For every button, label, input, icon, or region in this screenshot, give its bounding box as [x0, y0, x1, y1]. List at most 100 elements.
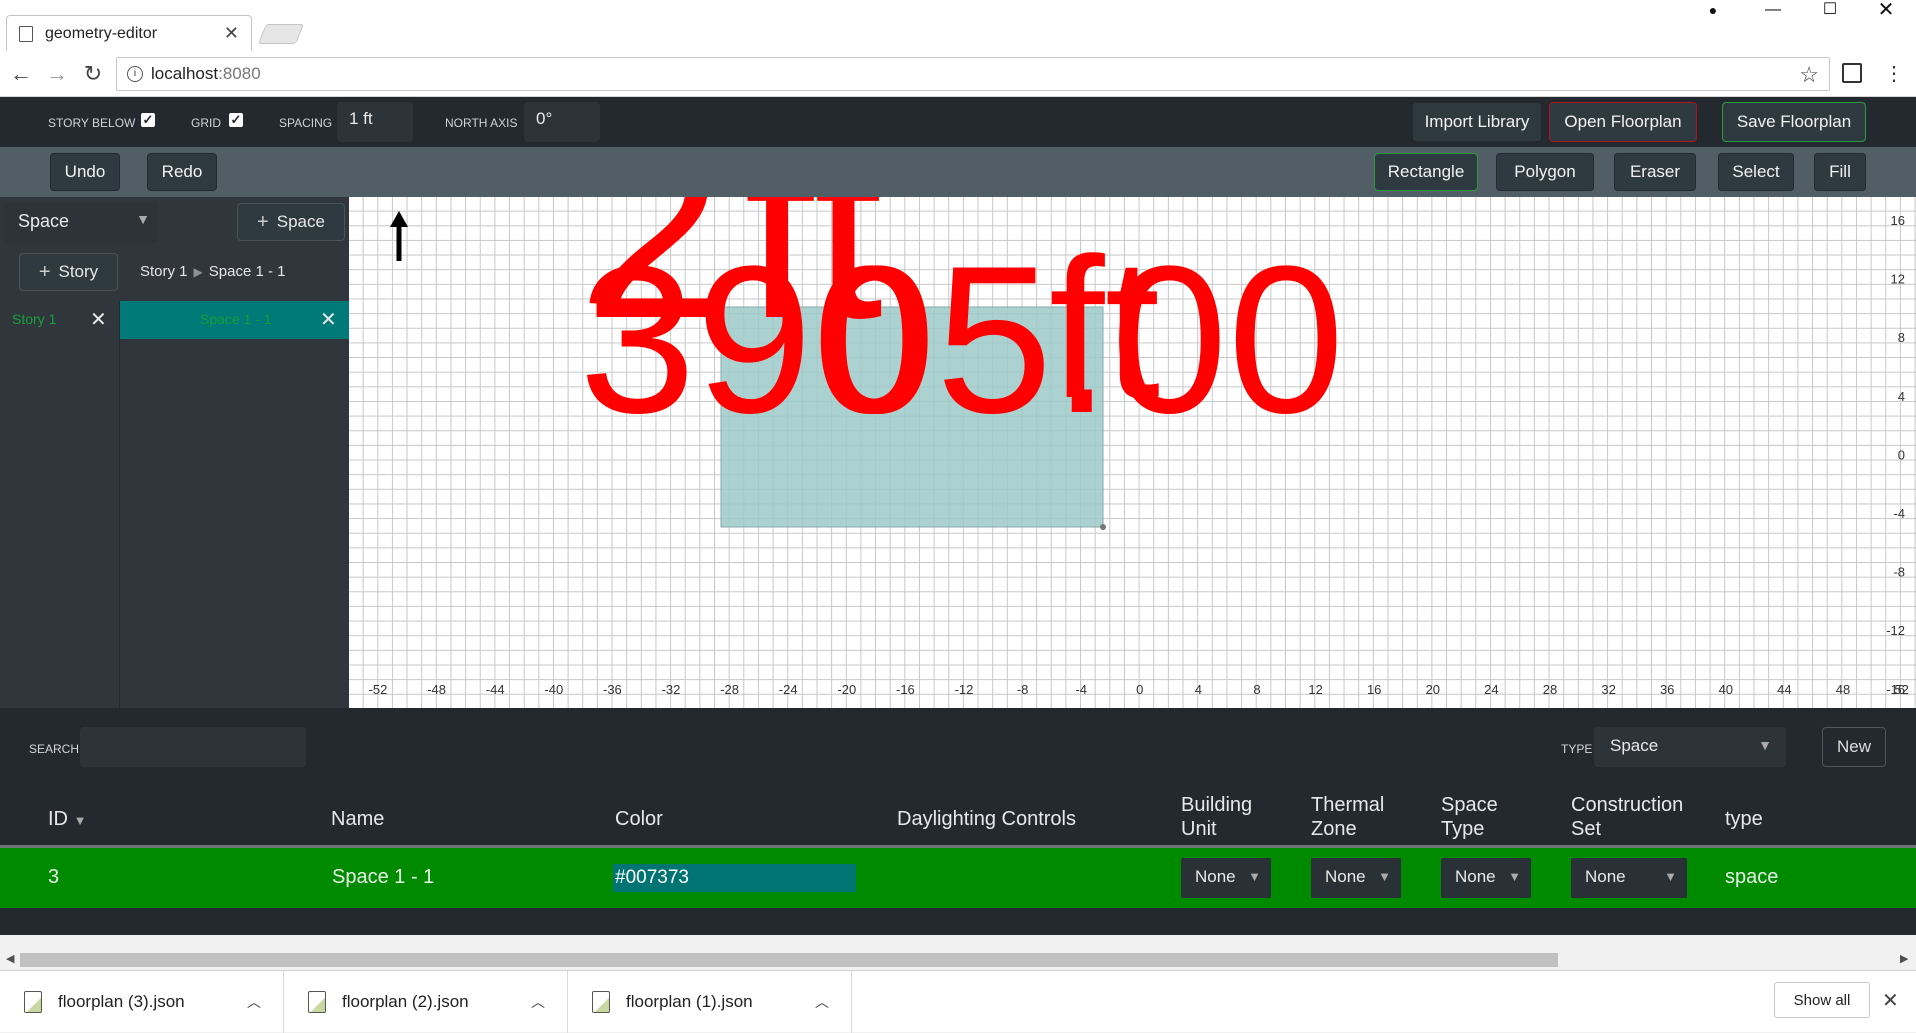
x-tick-label: 0 — [1136, 682, 1143, 697]
add-story-button[interactable]: + Story — [19, 253, 118, 291]
column-header-construction-set[interactable]: Construction Set — [1571, 793, 1683, 841]
browser-tab[interactable]: geometry-editor ✕ — [6, 15, 252, 51]
x-tick-label: 36 — [1660, 682, 1674, 697]
window-close-icon[interactable]: ✕ — [1863, 0, 1909, 20]
column-header-building-unit[interactable]: Building Unit — [1181, 793, 1252, 841]
spacing-label: SPACING — [279, 116, 333, 130]
row-name[interactable]: Space 1 - 1 — [332, 866, 434, 889]
drawing-canvas[interactable]: 2 ft 390 05.00 ft -52 -48 -44 -40 -36 -32 -28-… — [349, 197, 1916, 708]
type-label: TYPE — [1561, 742, 1593, 756]
column-header-color[interactable]: Color — [615, 807, 663, 831]
space-type-header-line2: Type — [1441, 818, 1485, 840]
row-color-input[interactable]: #007373 — [613, 864, 856, 892]
download-item[interactable]: floorplan (3).json ︿ — [0, 971, 284, 1033]
story-list-item[interactable]: Story 1 ✕ — [0, 301, 120, 339]
chevron-up-icon[interactable]: ︿ — [247, 992, 261, 1012]
address-bar: ← → ↻ i localhost:8080 ☆ ⋮ — [0, 51, 1916, 97]
delete-space-icon[interactable]: ✕ — [320, 307, 337, 332]
column-header-daylighting[interactable]: Daylighting Controls — [897, 807, 1076, 831]
thermal-zone-select[interactable]: None ▼ — [1311, 858, 1401, 898]
column-header-id[interactable]: ID ▼ — [48, 807, 86, 833]
y-tick-label: 16 — [1891, 213, 1905, 228]
new-button[interactable]: New — [1822, 727, 1886, 767]
horizontal-scrollbar[interactable]: ◀ ▶ — [0, 950, 1916, 970]
scroll-right-icon[interactable]: ▶ — [1900, 952, 1908, 965]
overlay-text-ft-2: ft — [1049, 217, 1160, 440]
scrollbar-thumb[interactable] — [20, 953, 1558, 967]
construction-set-header-line2: Set — [1571, 818, 1602, 840]
delete-story-icon[interactable]: ✕ — [90, 307, 107, 332]
column-header-type[interactable]: type — [1725, 807, 1763, 831]
bookmark-star-icon[interactable]: ☆ — [1799, 62, 1819, 88]
type-select-value: Space — [1610, 736, 1659, 755]
add-space-button[interactable]: + Space — [237, 203, 345, 241]
column-header-space-type[interactable]: Space Type — [1441, 793, 1498, 841]
y-tick-label: 12 — [1891, 272, 1905, 287]
x-tick-label: 8 — [1253, 682, 1260, 697]
canvas-svg: 2 ft 390 05.00 ft -52 -48 -44 -40 -36 -32 -28-… — [369, 197, 1909, 697]
north-axis-input[interactable]: 0° — [524, 102, 600, 142]
close-downloads-icon[interactable]: ✕ — [1882, 988, 1899, 1013]
extension-icon[interactable] — [1842, 63, 1862, 83]
browser-menu-icon[interactable]: ⋮ — [1884, 61, 1904, 86]
spacing-input[interactable]: 1 ft — [337, 102, 413, 142]
fill-tool-button[interactable]: Fill — [1814, 153, 1866, 191]
table-row[interactable]: 3 Space 1 - 1 #007373 None ▼ None ▼ None… — [0, 848, 1916, 908]
open-floorplan-button[interactable]: Open Floorplan — [1549, 102, 1697, 142]
mode-select-value: Space — [18, 211, 70, 231]
chevron-up-icon[interactable]: ︿ — [815, 992, 829, 1012]
space-type-select[interactable]: None ▼ — [1441, 858, 1531, 898]
column-header-name[interactable]: Name — [331, 807, 384, 831]
select-tool-button[interactable]: Select — [1718, 153, 1794, 191]
reload-icon[interactable]: ↻ — [80, 61, 106, 87]
row-id: 3 — [48, 866, 60, 888]
rectangle-tool-button[interactable]: Rectangle — [1374, 153, 1478, 191]
redo-button[interactable]: Redo — [147, 153, 217, 191]
column-divider — [119, 301, 120, 708]
back-icon[interactable]: ← — [8, 61, 34, 87]
mode-select[interactable]: Space ▼ — [4, 203, 158, 243]
vertex-handle[interactable] — [1100, 524, 1106, 530]
chevron-up-icon[interactable]: ︿ — [531, 992, 545, 1012]
download-item[interactable]: floorplan (1).json ︿ — [568, 971, 852, 1033]
column-header-thermal-zone[interactable]: Thermal Zone — [1311, 793, 1384, 841]
url-input[interactable]: i localhost:8080 ☆ — [116, 57, 1830, 91]
browser-tab-strip: geometry-editor ✕ ● — ☐ ✕ — [0, 0, 1916, 51]
building-unit-select[interactable]: None ▼ — [1181, 858, 1271, 898]
grid-checkbox[interactable]: ✓ — [229, 113, 243, 127]
type-select[interactable]: Space ▼ — [1594, 727, 1786, 767]
new-tab-button[interactable] — [257, 24, 305, 44]
construction-set-select[interactable]: None ▼ — [1571, 858, 1687, 898]
breadcrumb-story[interactable]: Story 1 — [140, 263, 188, 280]
file-icon — [308, 991, 326, 1013]
file-icon — [24, 991, 42, 1013]
tab-close-icon[interactable]: ✕ — [224, 23, 239, 44]
tab-title: geometry-editor — [45, 24, 158, 42]
x-tick-label: -24 — [779, 682, 798, 697]
breadcrumb-space[interactable]: Space 1 - 1 — [209, 263, 286, 280]
x-tick-label: -48 — [427, 682, 446, 697]
show-all-button[interactable]: Show all — [1774, 982, 1870, 1018]
eraser-tool-button[interactable]: Eraser — [1614, 153, 1696, 191]
minimize-icon[interactable]: — — [1750, 0, 1796, 20]
space-list-item[interactable]: Space 1 - 1 ✕ — [120, 301, 349, 339]
download-item[interactable]: floorplan (2).json ︿ — [284, 971, 568, 1033]
chevron-down-icon: ▼ — [1378, 869, 1391, 884]
story-below-checkbox[interactable]: ✓ — [141, 113, 155, 127]
profile-icon[interactable]: ● — [1690, 0, 1736, 20]
site-info-icon[interactable]: i — [127, 66, 143, 82]
polygon-tool-button[interactable]: Polygon — [1496, 153, 1594, 191]
scroll-left-icon[interactable]: ◀ — [6, 952, 14, 965]
chevron-down-icon: ▼ — [1664, 869, 1677, 884]
import-library-button[interactable]: Import Library — [1412, 102, 1542, 142]
x-tick-label: 4 — [1195, 682, 1202, 697]
x-tick-label: 32 — [1601, 682, 1615, 697]
undo-button[interactable]: Undo — [50, 153, 120, 191]
x-tick-label: -28 — [720, 682, 739, 697]
construction-set-header-line1: Construction — [1571, 794, 1684, 816]
maximize-icon[interactable]: ☐ — [1807, 0, 1853, 20]
save-floorplan-button[interactable]: Save Floorplan — [1722, 102, 1866, 142]
search-input[interactable] — [80, 727, 306, 767]
forward-icon[interactable]: → — [44, 61, 70, 87]
x-tick-label: -12 — [955, 682, 974, 697]
